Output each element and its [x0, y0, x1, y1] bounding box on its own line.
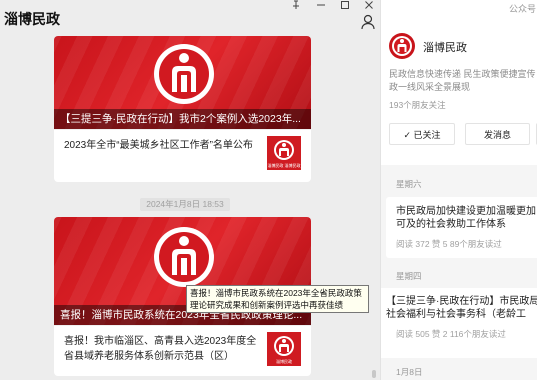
- panel-label: 公众号: [509, 4, 537, 14]
- civil-affairs-emblem-icon: [154, 44, 214, 104]
- sub-article[interactable]: 喜报！我市临淄区、高青县入选2023年度全省县域养老服务体系创新示范县（区） 淄…: [54, 325, 311, 376]
- civil-affairs-emblem-icon: [154, 227, 214, 287]
- post-stats: 阅读 505 赞 2 116个朋友读过: [396, 329, 506, 339]
- thumbnail-caption: 淄博民政 淄博民政: [267, 163, 301, 168]
- post-stats: 阅读 372 赞 5 89个朋友读过: [396, 239, 502, 249]
- scrollbar-thumb[interactable]: [372, 370, 376, 378]
- thumbnail-caption: 淄博民政: [276, 359, 292, 364]
- account-avatar[interactable]: [389, 33, 415, 59]
- sub-article-thumbnail[interactable]: 淄博民政: [267, 332, 301, 366]
- pin-icon[interactable]: [285, 0, 307, 14]
- article-cover[interactable]: 【三提三争·民政在行动】我市2个案例入选2023年...: [54, 36, 311, 129]
- chat-scrollbar[interactable]: [372, 40, 376, 378]
- post-card[interactable]: 【三提三争·民政在行动】市民政局社会福利与社会事务科（老龄工作）联合开展“感受警…: [381, 288, 537, 358]
- emblem-avatar-icon: [392, 36, 412, 56]
- headline-tooltip: 喜报！淄博市民政系统在2023年全省民政政策理论研究成果和创新案例评选中再获佳绩: [186, 285, 369, 313]
- maximize-icon[interactable]: [334, 0, 356, 14]
- close-icon[interactable]: [358, 0, 380, 14]
- account-panel: 公众号 淄博民政 民政信息快速传递 民生政策便捷宣传 民政一线风采全景展现 19…: [380, 0, 537, 380]
- profile-icon[interactable]: [360, 14, 376, 30]
- send-message-button[interactable]: 发消息: [465, 123, 530, 145]
- post-card[interactable]: 市民政局加快建设更加温暖更加可及的社会救助工作体系 阅读 372 赞 5 89个…: [386, 197, 537, 258]
- post-date: 星期四: [396, 271, 422, 281]
- post-date: 1月8日: [396, 367, 423, 377]
- friends-following-count[interactable]: 193个朋友关注: [389, 99, 446, 111]
- article-card[interactable]: 【三提三争·民政在行动】我市2个案例入选2023年... 2023年全市“最美城…: [54, 36, 311, 182]
- sub-article-title[interactable]: 2023年全市“最美城乡社区工作者”名单公布: [64, 138, 264, 153]
- sub-article[interactable]: 2023年全市“最美城乡社区工作者”名单公布 淄博民政 淄博民政: [54, 129, 311, 182]
- message-timestamp: 2024年1月8日 18:53: [140, 198, 230, 211]
- history-post[interactable]: 星期六 市民政局加快建设更加温暖更加可及的社会救助工作体系 阅读 372 赞 5…: [386, 178, 537, 258]
- post-date: 星期六: [396, 179, 422, 189]
- post-title[interactable]: 市民政局加快建设更加温暖更加可及的社会救助工作体系: [396, 205, 536, 231]
- followed-button[interactable]: ✓ 已关注: [389, 123, 455, 145]
- article-headline[interactable]: 【三提三争·民政在行动】我市2个案例入选2023年...: [54, 109, 311, 129]
- account-name: 淄博民政: [423, 42, 467, 54]
- account-description: 民政信息快速传递 民生政策便捷宣传 民政一线风采全景展现: [389, 69, 537, 92]
- history-post[interactable]: 星期四 【三提三争·民政在行动】市民政局社会福利与社会事务科（老龄工作）联合开展…: [381, 270, 537, 358]
- chat-panel: 淄博民政 【三提三争·民政在行动】我市2个案例入选2023年... 2023年全…: [0, 0, 380, 380]
- minimize-icon[interactable]: [310, 0, 332, 14]
- history-post[interactable]: 1月8日: [386, 366, 537, 378]
- window-title: 淄博民政: [4, 11, 60, 27]
- title-bar: 淄博民政: [0, 0, 380, 38]
- post-title[interactable]: 【三提三争·民政在行动】市民政局社会福利与社会事务科（老龄工作）联合开展“感受警…: [386, 295, 537, 321]
- sub-article-title[interactable]: 喜报！我市临淄区、高青县入选2023年度全省县域养老服务体系创新示范县（区）: [64, 334, 264, 364]
- account-header: 公众号 淄博民政 民政信息快速传递 民生政策便捷宣传 民政一线风采全景展现 19…: [381, 0, 537, 165]
- sub-article-thumbnail[interactable]: 淄博民政 淄博民政: [267, 136, 301, 170]
